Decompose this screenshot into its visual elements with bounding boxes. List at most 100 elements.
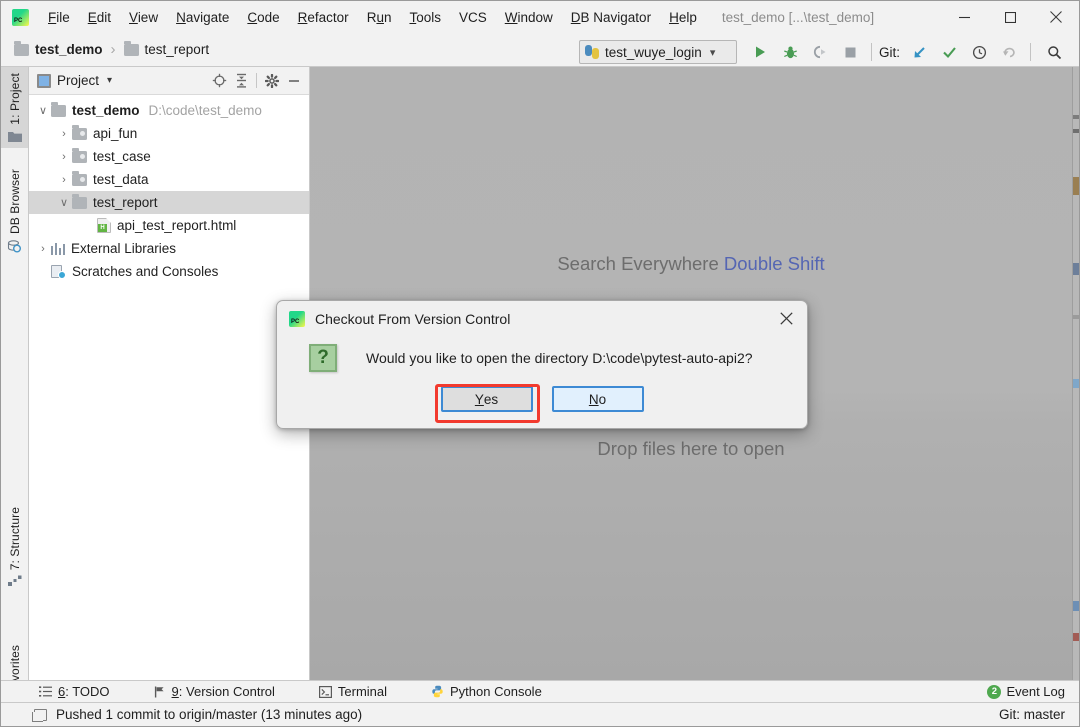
tree-row-test-demo[interactable]: ∨ test_demo D:\code\test_demo bbox=[29, 99, 309, 122]
checkout-dialog: Checkout From Version Control ? Would yo… bbox=[276, 300, 808, 429]
menu-window[interactable]: Window bbox=[496, 5, 562, 30]
menu-code[interactable]: Code bbox=[238, 5, 288, 30]
tree-row-api-test-report-html[interactable]: api_test_report.html bbox=[29, 214, 309, 237]
tool-window-terminal[interactable]: Terminal bbox=[309, 681, 397, 703]
menu-edit[interactable]: Edit bbox=[79, 5, 120, 30]
tree-row-api-fun[interactable]: › api_fun bbox=[29, 122, 309, 145]
tree-row-test-report[interactable]: ∨ test_report bbox=[29, 191, 309, 214]
play-triangle-icon bbox=[753, 45, 767, 59]
tree-label: test_data bbox=[93, 172, 149, 187]
structure-icon bbox=[8, 575, 22, 587]
tool-window-mnemonic: 9 bbox=[172, 684, 179, 699]
close-button[interactable] bbox=[1033, 1, 1079, 33]
run-configuration-label: test_wuye_login bbox=[605, 45, 702, 60]
git-rollback-button[interactable] bbox=[995, 39, 1023, 65]
left-tool-rail: 1: Project DB Browser 7: Structure bbox=[1, 67, 29, 684]
menu-navigate[interactable]: Navigate bbox=[167, 5, 238, 30]
git-history-button[interactable] bbox=[965, 39, 993, 65]
search-hint-shortcut: Double Shift bbox=[724, 253, 825, 274]
dialog-close-button[interactable] bbox=[773, 306, 799, 332]
tool-window-python-console[interactable]: Python Console bbox=[421, 681, 552, 703]
no-button[interactable]: No bbox=[552, 386, 644, 412]
event-log-label: Event Log bbox=[1006, 684, 1065, 699]
chevron-right-icon[interactable]: › bbox=[56, 128, 72, 140]
search-everywhere-button[interactable] bbox=[1040, 39, 1068, 65]
chevron-down-icon[interactable]: ∨ bbox=[56, 196, 72, 209]
event-log-button[interactable]: 2 Event Log bbox=[977, 681, 1079, 703]
run-with-coverage-button[interactable] bbox=[806, 39, 834, 65]
chevron-right-icon[interactable]: › bbox=[56, 151, 72, 163]
breadcrumb-separator: › bbox=[106, 41, 121, 58]
chevron-down-icon: ▾ bbox=[710, 46, 716, 59]
sidebar-item-project[interactable]: 1: Project bbox=[1, 67, 28, 148]
collapse-all-button[interactable] bbox=[230, 70, 252, 92]
no-button-label-rest: o bbox=[599, 392, 607, 407]
breadcrumb-item-folder[interactable]: test_report bbox=[121, 40, 213, 59]
chevron-down-icon[interactable]: ▾ bbox=[107, 75, 112, 86]
menu-db-navigator[interactable]: DB Navigator bbox=[562, 5, 660, 30]
arrow-down-left-icon bbox=[912, 45, 927, 60]
run-configuration-selector[interactable]: test_wuye_login ▾ bbox=[579, 40, 737, 64]
git-update-button[interactable] bbox=[905, 39, 933, 65]
toolbar-divider bbox=[871, 43, 872, 61]
python-icon bbox=[431, 685, 444, 698]
menu-tools[interactable]: Tools bbox=[400, 5, 450, 30]
chevron-down-icon[interactable]: ∨ bbox=[35, 104, 51, 117]
python-file-icon bbox=[585, 45, 599, 59]
chevron-right-icon[interactable]: › bbox=[56, 174, 72, 186]
sidebar-item-structure[interactable]: 7: Structure bbox=[1, 501, 28, 593]
settings-button[interactable] bbox=[261, 70, 283, 92]
status-message[interactable]: Pushed 1 commit to origin/master (13 min… bbox=[56, 707, 362, 722]
rail-label: 1: Project bbox=[8, 73, 22, 125]
menu-help[interactable]: Help bbox=[660, 5, 706, 30]
tree-row-test-case[interactable]: › test_case bbox=[29, 145, 309, 168]
menu-file[interactable]: File bbox=[39, 5, 79, 30]
folder-icon bbox=[14, 44, 29, 56]
panel-divider bbox=[256, 73, 257, 88]
rail-label: DB Browser bbox=[8, 169, 22, 234]
scroll-from-source-button[interactable] bbox=[208, 70, 230, 92]
tree-label: test_report bbox=[93, 195, 158, 210]
menu-vcs[interactable]: VCS bbox=[450, 5, 496, 30]
undo-arrow-icon bbox=[1002, 45, 1017, 60]
project-panel-header: Project ▾ bbox=[29, 67, 309, 95]
git-branch-widget[interactable]: Git: master bbox=[999, 707, 1079, 722]
dialog-body: ? Would you like to open the directory D… bbox=[277, 336, 807, 372]
event-log-badge: 2 bbox=[987, 685, 1001, 699]
tree-row-test-data[interactable]: › test_data bbox=[29, 168, 309, 191]
tree-row-external-libraries[interactable]: › External Libraries bbox=[29, 237, 309, 260]
run-button[interactable] bbox=[746, 39, 774, 65]
rail-label: 7: Structure bbox=[8, 507, 22, 570]
breadcrumb-item-project[interactable]: test_demo bbox=[11, 40, 106, 59]
debug-button[interactable] bbox=[776, 39, 804, 65]
toolbar-divider bbox=[1030, 43, 1031, 61]
menu-run[interactable]: Run bbox=[358, 5, 401, 30]
stop-button[interactable] bbox=[836, 39, 864, 65]
tool-window-version-control[interactable]: 9: Version Control bbox=[144, 681, 285, 703]
project-tree: ∨ test_demo D:\code\test_demo › api_fun … bbox=[29, 95, 309, 283]
sidebar-item-db-browser[interactable]: DB Browser bbox=[1, 163, 28, 259]
magnifier-icon bbox=[1047, 45, 1062, 60]
pycharm-logo-icon bbox=[12, 9, 29, 26]
git-commit-button[interactable] bbox=[935, 39, 963, 65]
maximize-button[interactable] bbox=[987, 1, 1033, 33]
project-panel-title: Project bbox=[57, 73, 99, 88]
stop-square-icon bbox=[844, 46, 857, 59]
tree-row-scratches-and-consoles[interactable]: Scratches and Consoles bbox=[29, 260, 309, 283]
source-folder-icon bbox=[72, 151, 87, 163]
minus-icon bbox=[287, 74, 301, 88]
hide-panel-button[interactable] bbox=[283, 70, 305, 92]
menu-view[interactable]: View bbox=[120, 5, 167, 30]
breadcrumb-label: test_report bbox=[145, 42, 210, 57]
window-title: test_demo [...\test_demo] bbox=[722, 10, 874, 25]
search-everywhere-hint: Search Everywhere Double Shift bbox=[310, 253, 1072, 275]
terminal-icon bbox=[319, 686, 332, 698]
bug-icon bbox=[783, 45, 798, 60]
chevron-right-icon[interactable]: › bbox=[35, 243, 51, 255]
window-controls bbox=[941, 1, 1079, 33]
minimize-button[interactable] bbox=[941, 1, 987, 33]
dialog-message: Would you like to open the directory D:\… bbox=[366, 350, 753, 366]
menu-refactor[interactable]: Refactor bbox=[289, 5, 358, 30]
tool-window-todo[interactable]: 6: TODO bbox=[29, 681, 120, 703]
yes-button[interactable]: Yes bbox=[441, 386, 533, 412]
